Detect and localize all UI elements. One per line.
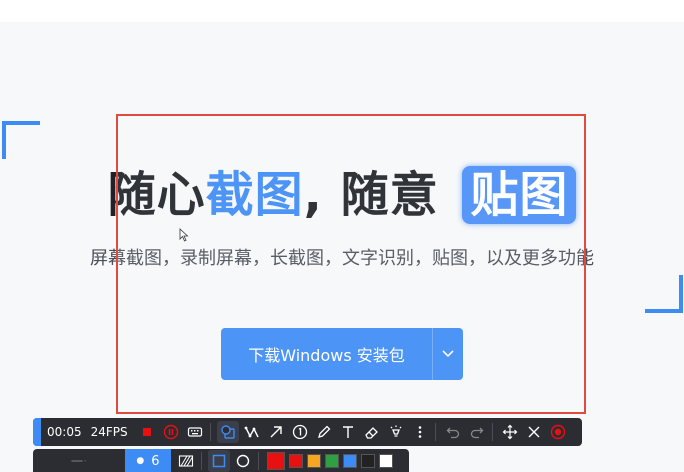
pause-button[interactable] [160, 421, 182, 443]
pencil-icon [317, 425, 331, 438]
stop-icon [142, 428, 151, 436]
corner-bracket-top-left [2, 121, 40, 159]
stroke-size-value: 6 [151, 453, 160, 469]
color-swatch[interactable] [379, 454, 393, 468]
spotlight-tool-button[interactable] [385, 421, 407, 443]
rectangle-icon [212, 454, 226, 468]
spotlight-icon [390, 425, 402, 437]
toolbar-accent [33, 418, 41, 446]
fill-pattern-button[interactable] [175, 450, 197, 472]
eraser-tool-button[interactable] [361, 421, 383, 443]
eraser-icon [364, 427, 378, 439]
recording-toolbar: 00:05 24FPS [33, 418, 582, 446]
redo-icon [470, 427, 484, 439]
capture-selection-frame[interactable] [116, 114, 586, 414]
close-button[interactable] [523, 421, 545, 443]
redo-button[interactable] [466, 421, 488, 443]
number-icon [292, 424, 307, 440]
ellipse-icon [236, 454, 250, 468]
color-palette [263, 452, 393, 470]
color-swatch[interactable] [267, 452, 285, 470]
text-tool-button[interactable] [337, 421, 359, 443]
arrow-tool-button[interactable] [265, 421, 287, 443]
move-button[interactable] [499, 421, 521, 443]
toolbar-separator [209, 423, 211, 441]
more-options-button[interactable] [409, 421, 431, 443]
shape-tool-button[interactable] [216, 421, 239, 443]
color-swatch[interactable] [307, 454, 321, 468]
pencil-tool-button[interactable] [313, 421, 335, 443]
record-button[interactable] [547, 421, 569, 443]
corner-bracket-bottom-right [645, 275, 683, 313]
toolbar-separator [491, 423, 493, 441]
recording-fps: 24FPS [90, 425, 128, 439]
shape-icon [220, 425, 235, 439]
close-icon [528, 426, 540, 438]
top-header-strip [0, 0, 684, 22]
drawing-options-toolbar: ● 6 [33, 449, 409, 472]
arrow-icon [270, 426, 282, 438]
color-swatch[interactable] [361, 454, 375, 468]
toolbar-separator [201, 452, 202, 470]
keyboard-button[interactable] [184, 421, 206, 443]
color-swatch[interactable] [289, 454, 303, 468]
move-icon [502, 424, 517, 440]
toolbar-separator [258, 452, 259, 470]
polyline-icon [244, 426, 259, 438]
line-style-icon [71, 460, 86, 462]
more-icon [418, 426, 421, 438]
number-tool-button[interactable] [289, 421, 311, 443]
keyboard-icon [187, 427, 202, 437]
line-style-select[interactable] [39, 450, 119, 472]
mouse-cursor-icon [179, 228, 189, 242]
hatch-pattern-icon [178, 455, 194, 467]
undo-icon [446, 427, 459, 439]
undo-button[interactable] [442, 421, 464, 443]
color-swatch[interactable] [325, 454, 339, 468]
color-swatch[interactable] [343, 454, 357, 468]
dot-icon: ● [136, 456, 145, 466]
pause-icon [163, 424, 178, 440]
stop-button[interactable] [136, 421, 158, 443]
stroke-size-selector[interactable]: ● 6 [125, 449, 171, 472]
text-icon [342, 426, 353, 438]
rectangle-shape-button[interactable] [208, 450, 230, 472]
record-icon [550, 424, 565, 440]
recording-time: 00:05 [47, 425, 82, 439]
polyline-tool-button[interactable] [241, 421, 263, 443]
ellipse-shape-button[interactable] [232, 450, 254, 472]
toolbar-separator [434, 423, 436, 441]
